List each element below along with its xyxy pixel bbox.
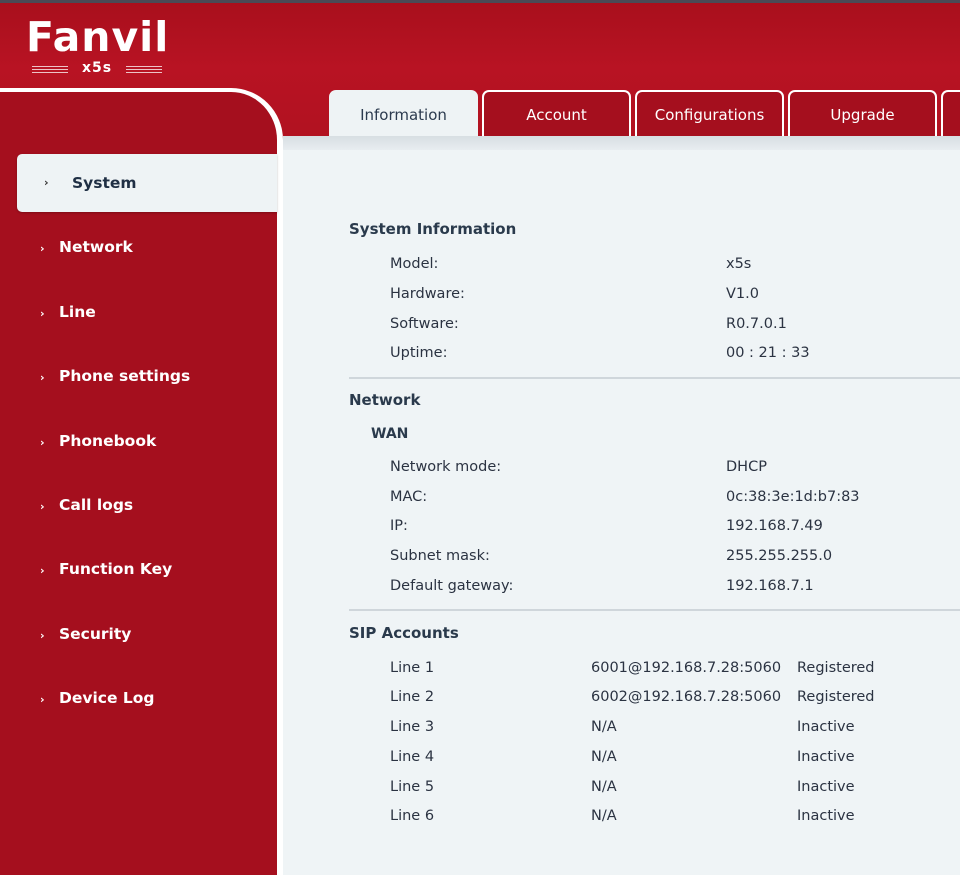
chevron-right-icon: › (44, 176, 49, 189)
fanvil-logo: Fanvil x5s (26, 12, 168, 80)
sip-line-account: 6002@192.168.7.28:5060 (591, 689, 782, 705)
info-label: IP: (390, 518, 408, 534)
info-value: x5s (726, 256, 752, 272)
sip-line-name: Line 2 (390, 689, 435, 705)
chevron-right-icon: › (40, 435, 45, 449)
sip-line-name: Line 1 (390, 660, 435, 676)
info-value: 192.168.7.1 (726, 578, 814, 594)
tab-upgrade[interactable]: Upgrade (788, 90, 937, 136)
info-value: 255.255.255.0 (726, 548, 833, 564)
info-row-mac: MAC: 0c:38:3e:1d:b7:83 (283, 489, 960, 519)
sidebar-item-phonebook[interactable]: › Phonebook (0, 412, 277, 476)
info-row-subnet-mask: Subnet mask: 255.255.255.0 (283, 548, 960, 578)
info-label: Network mode: (390, 459, 502, 475)
sidebar-item-device-log[interactable]: › Device Log (0, 669, 277, 733)
info-label: Software: (390, 316, 459, 332)
sidebar: › System › Network › Line › Phone settin… (0, 88, 283, 875)
tab-configurations[interactable]: Configurations (635, 90, 784, 136)
section-divider (349, 609, 960, 611)
sip-line-status: Registered (797, 689, 875, 705)
sidebar-item-system[interactable]: › System (17, 154, 277, 212)
sidebar-item-label: Phone settings (59, 367, 191, 386)
sidebar-item-label: Line (59, 302, 96, 321)
sidebar-item-function-key[interactable]: › Function Key (0, 540, 277, 604)
sip-line-row: Line 3 N/A Inactive (283, 719, 960, 749)
info-value: 0c:38:3e:1d:b7:83 (726, 489, 860, 505)
network-title: Network (349, 391, 421, 409)
sip-line-account: N/A (591, 749, 617, 765)
sip-line-account: N/A (591, 808, 617, 824)
sip-line-account: N/A (591, 719, 617, 735)
sidebar-item-phone-settings[interactable]: › Phone settings (0, 347, 277, 411)
wan-title: WAN (371, 426, 409, 442)
page: Fanvil x5s Information Account Configura… (0, 0, 960, 875)
info-row-gateway: Default gateway: 192.168.7.1 (283, 578, 960, 608)
chevron-right-icon: › (40, 306, 45, 320)
sip-line-account: 6001@192.168.7.28:5060 (591, 660, 782, 676)
sip-line-status: Inactive (797, 808, 855, 824)
sip-line-row: Line 6 N/A Inactive (283, 808, 960, 838)
info-value: 00 : 21 : 33 (726, 345, 810, 361)
chevron-right-icon: › (40, 499, 45, 513)
tab-account[interactable]: Account (482, 90, 631, 136)
sidebar-item-label: Function Key (59, 560, 173, 579)
sidebar-item-label: System (72, 174, 137, 192)
sidebar-nav: › System › Network › Line › Phone settin… (0, 154, 277, 734)
sidebar-item-security[interactable]: › Security (0, 605, 277, 669)
sidebar-item-label: Network (59, 238, 133, 257)
sip-line-name: Line 5 (390, 779, 435, 795)
system-info-title: System Information (349, 220, 517, 238)
sip-line-account: N/A (591, 779, 617, 795)
sip-line-row: Line 4 N/A Inactive (283, 749, 960, 779)
info-row-uptime: Uptime: 00 : 21 : 33 (283, 345, 960, 375)
sidebar-item-label: Security (59, 624, 132, 643)
sip-line-row: Line 2 6002@192.168.7.28:5060 Registered (283, 689, 960, 719)
sidebar-item-line[interactable]: › Line (0, 283, 277, 347)
sip-line-status: Inactive (797, 779, 855, 795)
sip-line-name: Line 4 (390, 749, 435, 765)
info-label: Model: (390, 256, 439, 272)
sidebar-item-label: Call logs (59, 495, 134, 514)
tab-information[interactable]: Information (329, 90, 478, 136)
section-divider (349, 377, 960, 379)
info-row-network-mode: Network mode: DHCP (283, 459, 960, 489)
chevron-right-icon: › (40, 564, 45, 578)
sidebar-item-label: Phonebook (59, 431, 157, 450)
sip-line-status: Inactive (797, 749, 855, 765)
info-label: MAC: (390, 489, 428, 505)
sidebar-item-call-logs[interactable]: › Call logs (0, 476, 277, 540)
info-label: Default gateway: (390, 578, 514, 594)
info-value: V1.0 (726, 286, 759, 302)
logo-decoration-right (126, 66, 162, 77)
chevron-right-icon: › (40, 242, 45, 256)
sip-accounts-title: SIP Accounts (349, 624, 459, 642)
info-label: Hardware: (390, 286, 465, 302)
sip-line-name: Line 6 (390, 808, 435, 824)
sip-line-status: Registered (797, 660, 875, 676)
info-label: Subnet mask: (390, 548, 490, 564)
top-border (0, 0, 960, 3)
info-row-model: Model: x5s (283, 256, 960, 286)
info-row-hardware: Hardware: V1.0 (283, 286, 960, 316)
sip-line-row: Line 1 6001@192.168.7.28:5060 Registered (283, 660, 960, 690)
logo-text: Fanvil (26, 13, 170, 61)
sidebar-item-network[interactable]: › Network (0, 218, 277, 282)
info-row-software: Software: R0.7.0.1 (283, 316, 960, 346)
sidebar-item-label: Device Log (59, 689, 155, 708)
sip-line-name: Line 3 (390, 719, 435, 735)
content-top-shadow (283, 136, 960, 150)
info-row-ip: IP: 192.168.7.49 (283, 518, 960, 548)
sip-line-row: Line 5 N/A Inactive (283, 779, 960, 809)
main-content: System Information Model: x5s Hardware: … (283, 150, 960, 875)
info-value: R0.7.0.1 (726, 316, 787, 332)
info-value: 192.168.7.49 (726, 518, 823, 534)
chevron-right-icon: › (40, 693, 45, 707)
chevron-right-icon: › (40, 628, 45, 642)
info-label: Uptime: (390, 345, 448, 361)
info-value: DHCP (726, 459, 767, 475)
tab-overflow[interactable] (941, 90, 960, 136)
chevron-right-icon: › (40, 371, 45, 385)
sip-line-status: Inactive (797, 719, 855, 735)
